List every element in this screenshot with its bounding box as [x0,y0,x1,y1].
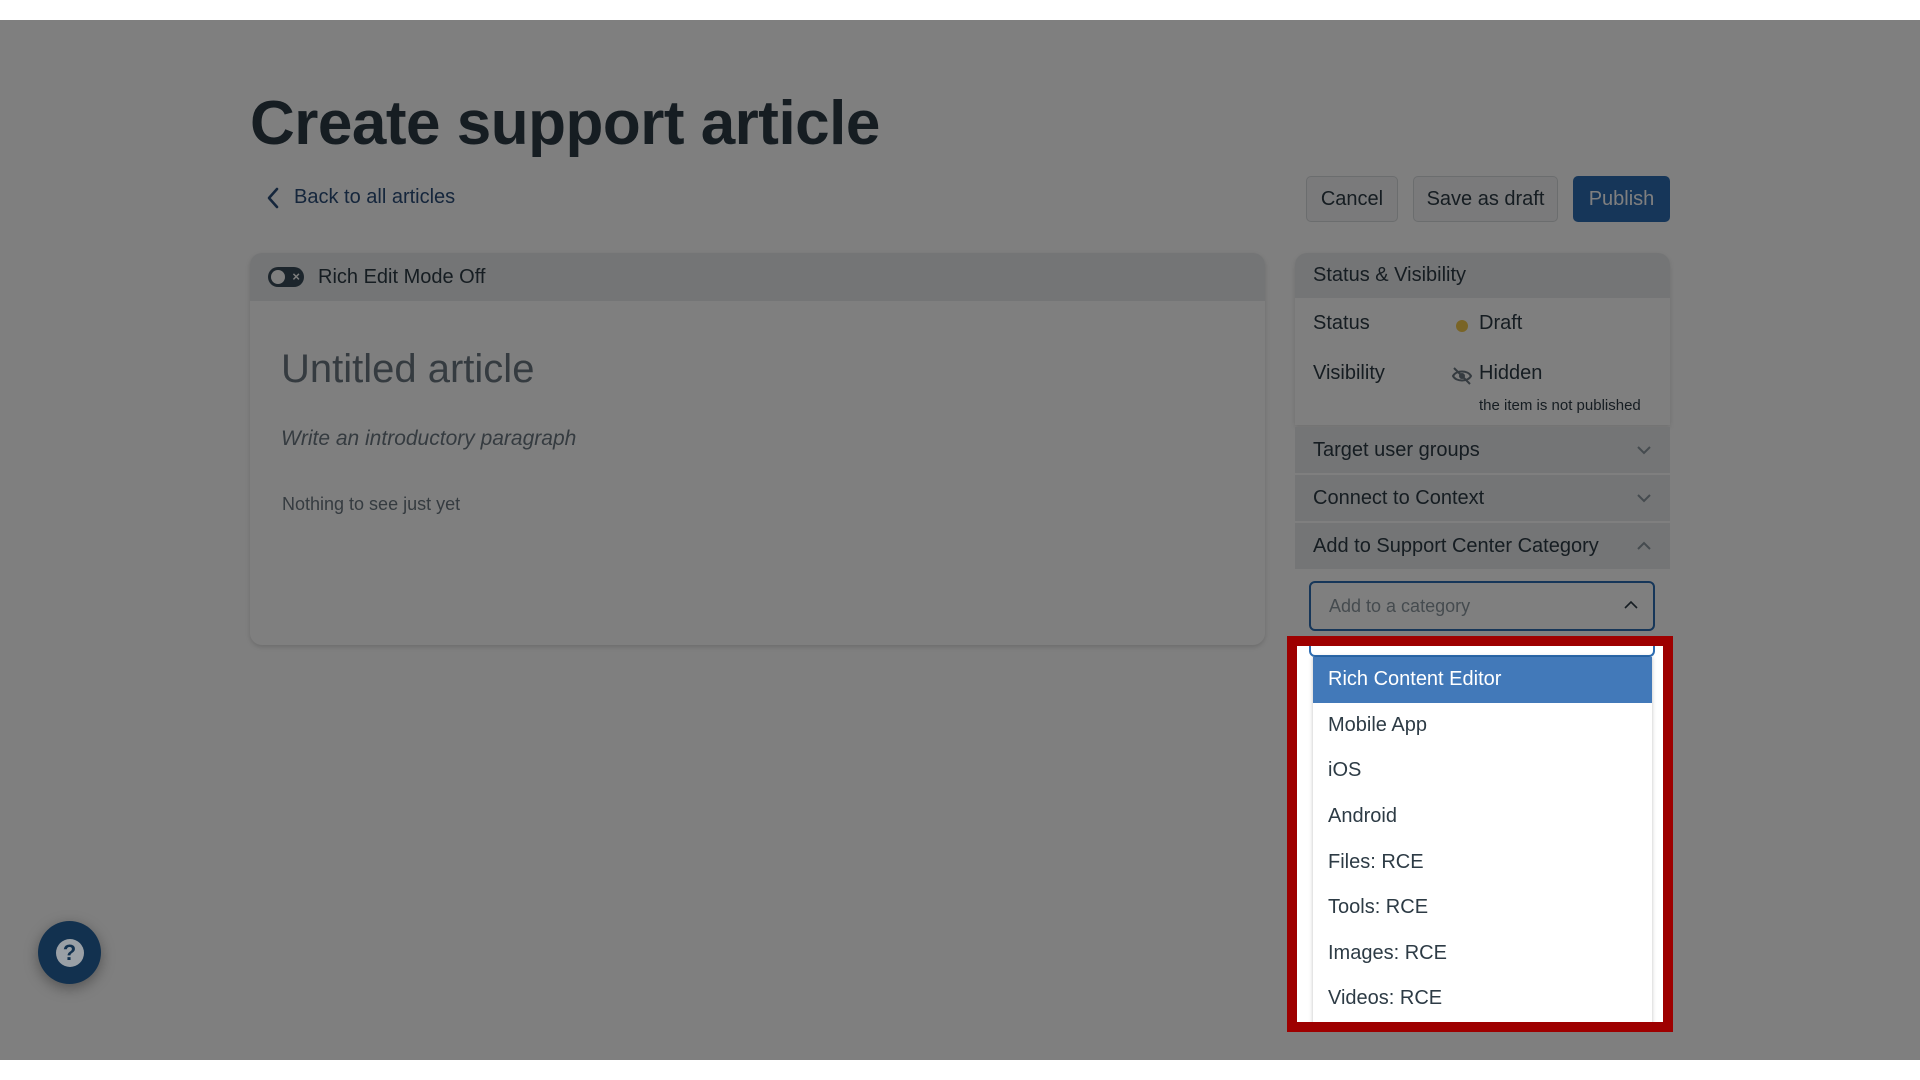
question-circle-icon: ? [55,938,84,967]
category-option[interactable]: Images: RCE [1313,931,1652,977]
category-option[interactable]: iOS [1313,748,1652,794]
category-option[interactable]: Files: RCE [1313,839,1652,885]
category-option[interactable]: Videos: RCE [1313,976,1652,1022]
category-select-input-edge [1309,646,1655,657]
category-options-list: Rich Content Editor Mobile App iOS Andro… [1313,657,1652,1022]
help-button[interactable]: ? [38,921,101,984]
category-option[interactable]: Android [1313,794,1652,840]
category-dropdown-callout: Rich Content Editor Mobile App iOS Andro… [1287,636,1673,1032]
category-option[interactable]: Rich Content Editor [1313,657,1652,703]
category-option[interactable]: Mobile App [1313,703,1652,749]
category-option[interactable]: Tools: RCE [1313,885,1652,931]
